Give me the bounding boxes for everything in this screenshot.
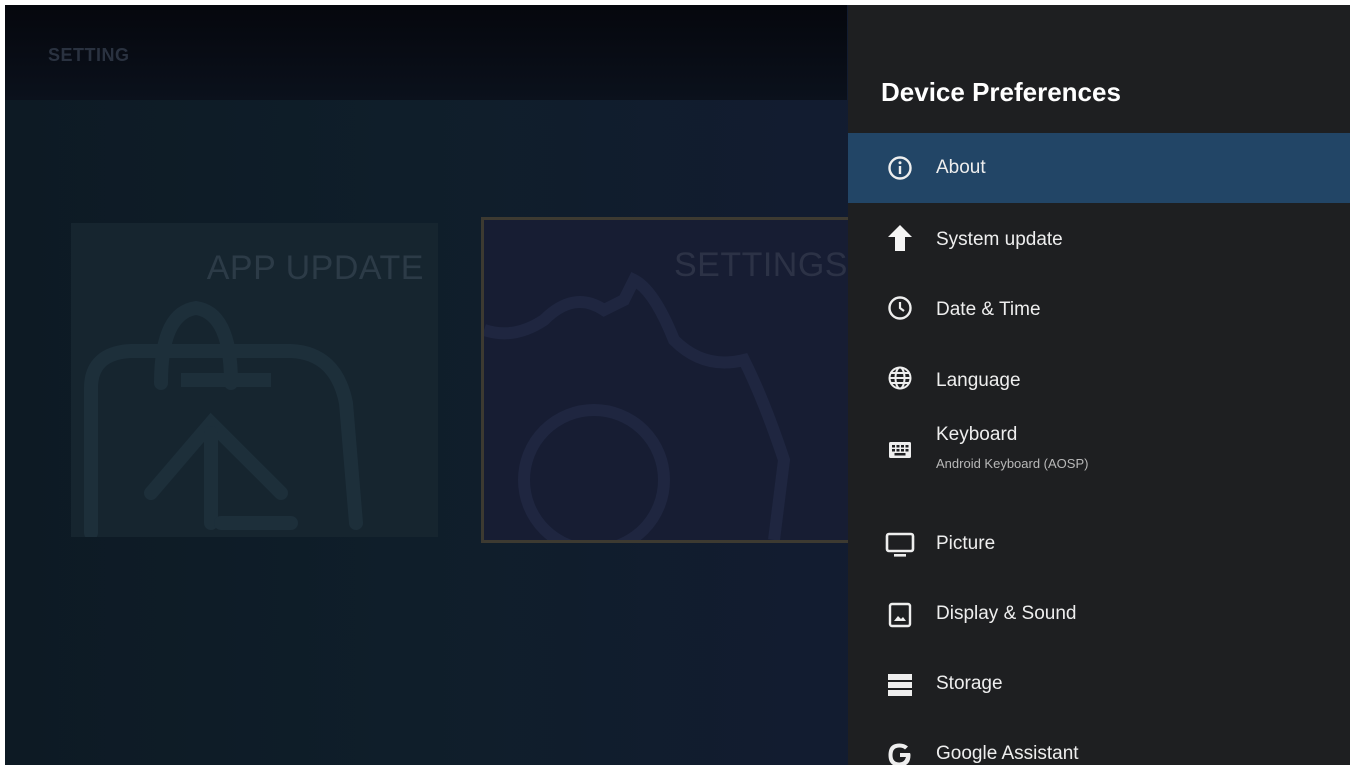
menu-item-about[interactable]: About bbox=[848, 133, 1350, 203]
menu-item-display-sound[interactable]: Display & Sound bbox=[848, 578, 1350, 648]
menu-item-label: Keyboard bbox=[936, 424, 1018, 445]
device-preferences-panel: Device Preferences About System update D… bbox=[848, 5, 1350, 765]
top-bar: SETTING bbox=[5, 5, 847, 100]
menu-item-date-time[interactable]: Date & Time bbox=[848, 273, 1350, 343]
menu-item-label: Storage bbox=[936, 673, 1003, 694]
menu-item-language[interactable]: Language bbox=[848, 343, 1350, 413]
keyboard-icon bbox=[885, 435, 915, 465]
google-g-icon bbox=[885, 740, 915, 765]
display-sound-icon bbox=[885, 600, 915, 630]
tile-label: APP UPDATE bbox=[206, 249, 424, 287]
menu-item-label: Picture bbox=[936, 533, 996, 554]
menu-item-label: Google Assistant bbox=[936, 743, 1079, 764]
menu-item-label: About bbox=[936, 157, 986, 178]
menu-item-picture[interactable]: Picture bbox=[848, 508, 1350, 578]
menu-item-keyboard[interactable]: Keyboard Android Keyboard (AOSP) bbox=[848, 413, 1350, 483]
menu-item-label: Date & Time bbox=[936, 299, 1041, 320]
menu-item-subtitle: Android Keyboard (AOSP) bbox=[936, 456, 1089, 471]
globe-icon bbox=[885, 363, 915, 393]
tile-label: SETTINGS bbox=[673, 246, 848, 284]
menu-item-label: Display & Sound bbox=[936, 603, 1077, 624]
settings-tile[interactable]: SETTINGS bbox=[481, 217, 851, 543]
storage-icon bbox=[885, 670, 915, 700]
menu-item-label: Language bbox=[936, 370, 1021, 391]
clock-icon bbox=[885, 293, 915, 323]
menu-item-storage[interactable]: Storage bbox=[848, 648, 1350, 718]
app-title: SETTING bbox=[48, 45, 130, 65]
tv-screen: SETTING APP UPDATE SETTINGS Device Prefe… bbox=[5, 5, 1350, 765]
menu-item-google-assistant[interactable]: Google Assistant bbox=[848, 718, 1350, 765]
arrow-up-icon bbox=[885, 223, 915, 253]
panel-title: Device Preferences bbox=[881, 77, 1121, 107]
menu-item-system-update[interactable]: System update bbox=[848, 203, 1350, 273]
app-update-tile[interactable]: APP UPDATE bbox=[71, 223, 438, 537]
menu-item-label: System update bbox=[936, 229, 1063, 250]
monitor-icon bbox=[885, 530, 915, 560]
info-icon bbox=[885, 153, 915, 183]
